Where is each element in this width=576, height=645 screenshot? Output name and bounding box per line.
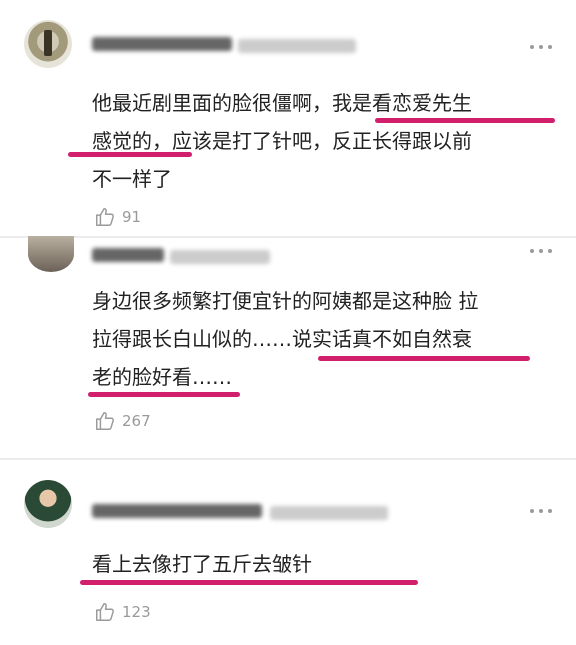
avatar[interactable] — [24, 480, 72, 528]
thumbs-up-icon — [94, 601, 116, 623]
more-dots-icon[interactable] — [530, 508, 552, 514]
highlight-underline — [80, 580, 418, 585]
like-button[interactable]: 123 — [94, 601, 151, 623]
comment-text-line: 看上去像打了五斤去皱针 — [92, 552, 312, 576]
comment-3: 看上去像打了五斤去皱针 123 — [0, 0, 576, 645]
blurred-timestamp — [270, 506, 388, 520]
blurred-username — [92, 504, 262, 518]
like-count: 123 — [122, 603, 151, 621]
